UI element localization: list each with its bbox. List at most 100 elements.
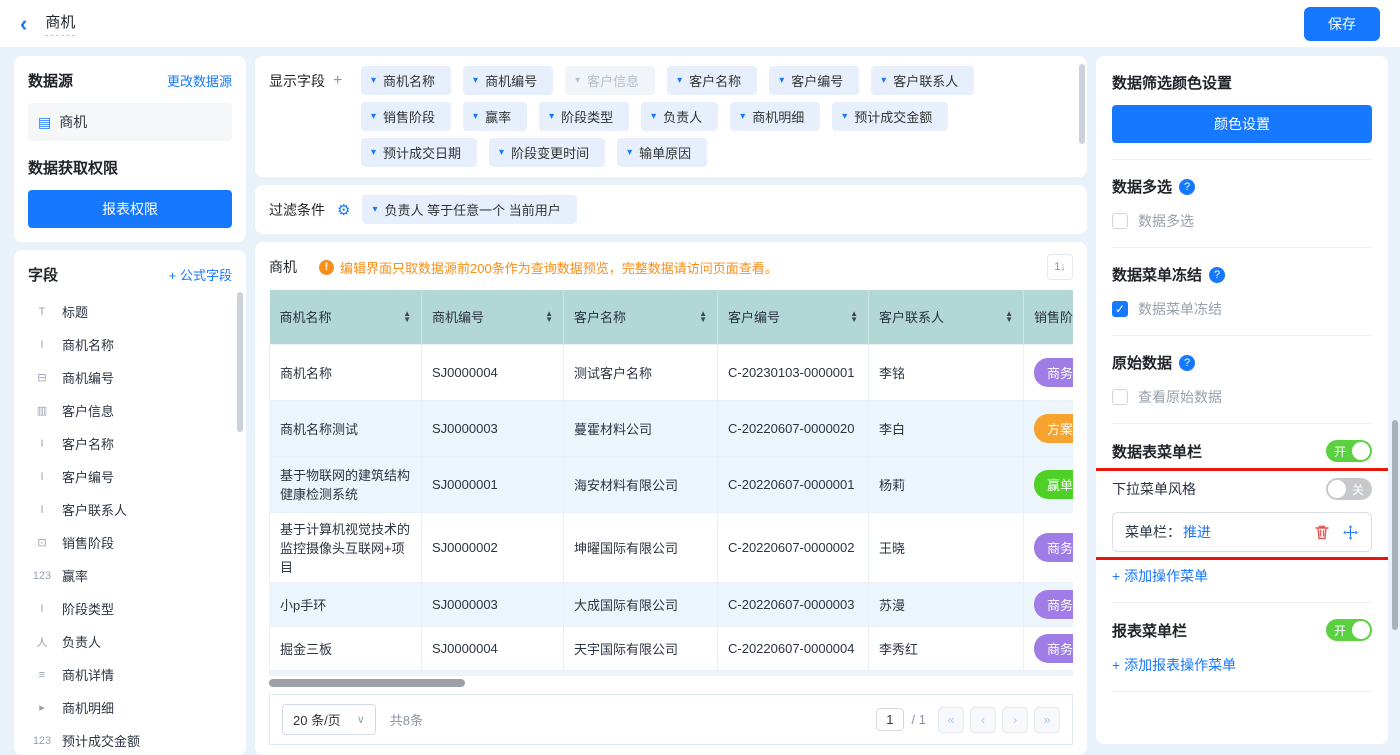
display-field-chip[interactable]: ▾赢率 [463, 102, 527, 131]
field-item[interactable]: 123预计成交金额 [28, 724, 232, 755]
display-field-chip[interactable]: ▾商机明细 [730, 102, 820, 131]
page-scrollbar[interactable] [1392, 420, 1398, 630]
menu-item-row[interactable]: 菜单栏： 推进 [1112, 512, 1372, 552]
filter-condition-chip[interactable]: ▾ 负责人 等于任意一个 当前用户 [362, 195, 576, 224]
next-page-button[interactable]: › [1002, 707, 1028, 733]
serial-icon: ⊟ [32, 371, 52, 384]
column-header[interactable]: 商机名称▲▼ [270, 290, 422, 344]
field-item[interactable]: I客户编号 [28, 460, 232, 493]
display-fields-scrollbar[interactable] [1079, 64, 1085, 144]
menu-freeze-checkbox[interactable]: ✓ [1112, 301, 1128, 317]
report-permission-button[interactable]: 报表权限 [28, 190, 232, 228]
stage-badge[interactable]: 商务 [1034, 634, 1073, 663]
field-item[interactable]: T标题 [28, 295, 232, 328]
multi-select-checkbox[interactable] [1112, 213, 1128, 229]
sort-arrows-icon[interactable]: ▲▼ [699, 311, 707, 323]
display-field-chip[interactable]: ▾商机编号 [463, 66, 553, 95]
page-title[interactable]: 商机 [45, 11, 75, 36]
field-item[interactable]: I客户名称 [28, 427, 232, 460]
table-row[interactable]: 小p手环SJ0000003大成国际有限公司C-20220607-0000003苏… [270, 582, 1074, 626]
display-field-chip[interactable]: ▾阶段类型 [539, 102, 629, 131]
table-body: 商机名称SJ0000004测试客户名称C-20230103-0000001李铭商… [270, 344, 1074, 676]
horizontal-scrollbar-thumb[interactable] [269, 679, 465, 687]
gear-icon[interactable]: ⚙ [337, 201, 350, 219]
field-item[interactable]: I商机名称 [28, 328, 232, 361]
dropdown-style-toggle[interactable]: 关 [1326, 478, 1372, 500]
table-row[interactable]: 基于计算机视觉技术的监控摄像头互联网+项目SJ0000002坤曜国际有限公司C-… [270, 512, 1074, 582]
change-datasource-link[interactable]: 更改数据源 [167, 71, 232, 90]
back-icon[interactable]: ‹ [20, 13, 27, 35]
display-field-chip[interactable]: ▾客户联系人 [871, 66, 974, 95]
question-icon[interactable]: ? [1179, 179, 1195, 195]
page-total: / 1 [912, 712, 926, 727]
color-settings-button[interactable]: 颜色设置 [1112, 105, 1372, 143]
filter-card: 过滤条件 ⚙ ▾ 负责人 等于任意一个 当前用户 [255, 185, 1087, 234]
display-field-chip[interactable]: ▾客户编号 [769, 66, 859, 95]
add-display-field-button[interactable]: + [333, 72, 342, 90]
display-field-chip[interactable]: ▾商机名称 [361, 66, 451, 95]
save-button[interactable]: 保存 [1304, 7, 1380, 41]
sort-arrows-icon[interactable]: ▲▼ [403, 311, 411, 323]
add-action-menu-link[interactable]: + 添加操作菜单 [1112, 566, 1372, 586]
field-item[interactable]: ⊡销售阶段 [28, 526, 232, 559]
stage-badge[interactable]: 赢单 [1034, 470, 1073, 499]
stage-badge[interactable]: 商务 [1034, 358, 1073, 387]
question-icon[interactable]: ? [1179, 355, 1195, 371]
stage-badge[interactable]: 商务 [1034, 590, 1073, 619]
table-row[interactable]: 掘金三板SJ0000004天宇国际有限公司C-20220607-0000004李… [270, 626, 1074, 670]
field-item[interactable]: ≡商机详情 [28, 658, 232, 691]
prev-page-button[interactable]: ‹ [970, 707, 996, 733]
chevron-down-icon: ▾ [549, 111, 554, 122]
menu-item-value[interactable]: 推进 [1183, 522, 1211, 542]
sort-arrows-icon[interactable]: ▲▼ [1005, 311, 1013, 323]
field-label: 标题 [62, 302, 88, 321]
question-icon[interactable]: ? [1209, 267, 1225, 283]
field-item[interactable]: 人负责人 [28, 625, 232, 658]
customer-code-cell: C-20220607-0000002 [718, 512, 869, 582]
report-menubar-toggle[interactable]: 开 [1326, 619, 1372, 641]
table-row[interactable]: 商机名称测试SJ0000003蔓霍材料公司C-20220607-0000020李… [270, 400, 1074, 456]
horizontal-scrollbar-track[interactable] [269, 679, 1073, 686]
column-header[interactable]: 商机编号▲▼ [422, 290, 564, 344]
table-row[interactable]: 便携式哮喘病监测系统SJ0000005飞星材料公司C-20220607-0000… [270, 670, 1074, 676]
current-page-input[interactable]: 1 [876, 708, 903, 731]
table-menubar-toggle[interactable]: 开 [1326, 440, 1372, 462]
field-item[interactable]: 123赢率 [28, 559, 232, 592]
chevron-down-icon: ▾ [779, 75, 784, 86]
move-icon[interactable] [1342, 524, 1359, 541]
table-scroll-area[interactable]: 商机名称▲▼商机编号▲▼客户名称▲▼客户编号▲▼客户联系人▲▼销售阶段▲▼ 商机… [269, 290, 1073, 676]
datasource-item[interactable]: ▤ 商机 [28, 103, 232, 141]
field-item[interactable]: ▥客户信息 [28, 394, 232, 427]
add-report-action-menu-link[interactable]: + 添加报表操作菜单 [1112, 655, 1372, 675]
column-header[interactable]: 客户名称▲▼ [564, 290, 718, 344]
raw-data-checkbox[interactable] [1112, 389, 1128, 405]
display-field-chip[interactable]: ▾阶段变更时间 [489, 138, 605, 167]
field-item[interactable]: ▸商机明细 [28, 691, 232, 724]
sort-arrows-icon[interactable]: ▲▼ [545, 311, 553, 323]
page-size-select[interactable]: 20 条/页 ∨ [282, 704, 376, 735]
table-row[interactable]: 商机名称SJ0000004测试客户名称C-20230103-0000001李铭商… [270, 344, 1074, 400]
stage-badge[interactable]: 商务 [1034, 533, 1073, 562]
stage-badge[interactable]: 方案 [1034, 414, 1073, 443]
field-item[interactable]: I客户联系人 [28, 493, 232, 526]
table-row[interactable]: 基于物联网的建筑结构健康检测系统SJ0000001海安材料有限公司C-20220… [270, 456, 1074, 512]
display-field-chip[interactable]: ▾输单原因 [617, 138, 707, 167]
display-field-chip[interactable]: ▾预计成交日期 [361, 138, 477, 167]
sort-arrows-icon[interactable]: ▲▼ [850, 311, 858, 323]
stage-cell: 商务 [1024, 626, 1074, 670]
last-page-button[interactable]: » [1034, 707, 1060, 733]
sort-button[interactable]: 1↓ [1047, 254, 1073, 280]
column-header[interactable]: 客户联系人▲▼ [869, 290, 1024, 344]
trash-icon[interactable] [1314, 524, 1330, 540]
fields-scrollbar[interactable] [237, 292, 243, 432]
first-page-button[interactable]: « [938, 707, 964, 733]
display-field-chip[interactable]: ▾销售阶段 [361, 102, 451, 131]
display-field-chip[interactable]: ▾客户名称 [667, 66, 757, 95]
field-item[interactable]: ⊟商机编号 [28, 361, 232, 394]
display-field-chip[interactable]: ▾预计成交金额 [832, 102, 948, 131]
field-item[interactable]: I阶段类型 [28, 592, 232, 625]
display-field-chip[interactable]: ▾负责人 [641, 102, 718, 131]
column-header[interactable]: 客户编号▲▼ [718, 290, 869, 344]
add-formula-field-link[interactable]: + 公式字段 [169, 265, 232, 284]
column-header[interactable]: 销售阶段▲▼ [1024, 290, 1074, 344]
